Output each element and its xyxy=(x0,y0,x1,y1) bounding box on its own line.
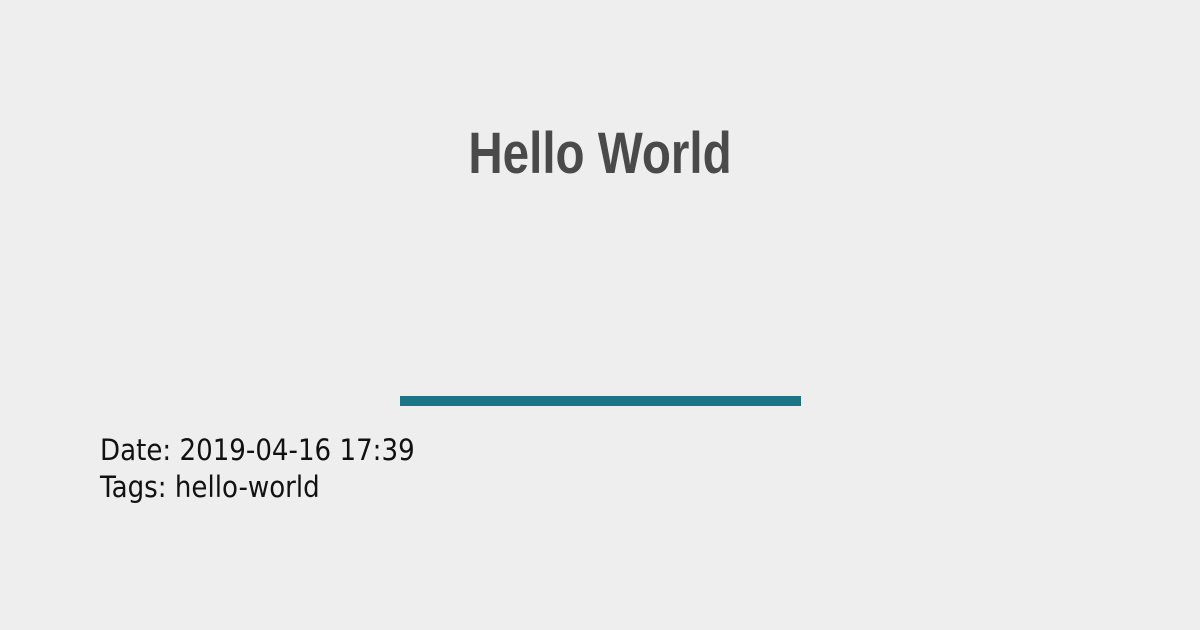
social-card: Hello World Date: 2019-04-16 17:39 Tags:… xyxy=(0,0,1200,630)
accent-divider xyxy=(400,396,801,406)
tags-line: Tags: hello-world xyxy=(100,469,415,506)
date-label: Date: xyxy=(100,433,172,467)
date-value: 2019-04-16 17:39 xyxy=(179,433,415,467)
date-line: Date: 2019-04-16 17:39 xyxy=(100,432,415,469)
tag-hello-world: hello-world xyxy=(174,470,320,504)
tags-label: Tags: xyxy=(100,470,167,504)
post-title: Hello World xyxy=(468,121,732,186)
post-meta: Date: 2019-04-16 17:39 Tags: hello-world xyxy=(100,432,415,506)
